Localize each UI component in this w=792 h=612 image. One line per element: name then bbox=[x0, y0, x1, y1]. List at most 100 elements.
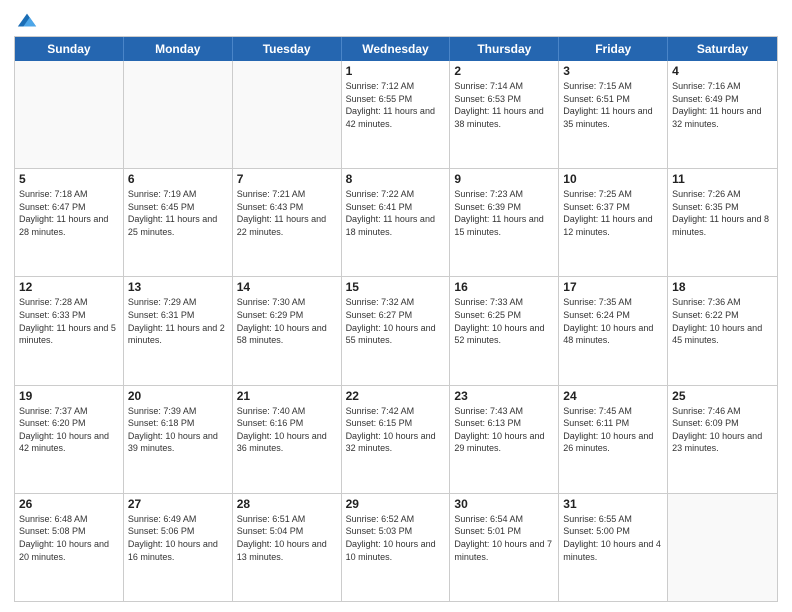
day-cell-29: 29 Sunrise: 6:52 AM Sunset: 5:03 PM Dayli… bbox=[342, 494, 451, 601]
day-info: Sunrise: 6:49 AM Sunset: 5:06 PM Dayligh… bbox=[128, 513, 228, 563]
logo-icon bbox=[16, 10, 38, 32]
day-info: Sunrise: 7:12 AM Sunset: 6:55 PM Dayligh… bbox=[346, 80, 446, 130]
day-number: 21 bbox=[237, 389, 337, 403]
day-info: Sunrise: 7:43 AM Sunset: 6:13 PM Dayligh… bbox=[454, 405, 554, 455]
day-info: Sunrise: 7:45 AM Sunset: 6:11 PM Dayligh… bbox=[563, 405, 663, 455]
day-info: Sunrise: 6:52 AM Sunset: 5:03 PM Dayligh… bbox=[346, 513, 446, 563]
week-row-5: 26Sunrise: 6:48 AM Sunset: 5:08 PM Dayli… bbox=[15, 494, 777, 601]
day-number: 4 bbox=[672, 64, 773, 78]
day-number: 1 bbox=[346, 64, 446, 78]
day-cell-16: 16 Sunrise: 7:33 AM Sunset: 6:25 PM Dayli… bbox=[450, 277, 559, 384]
day-info: Sunrise: 6:51 AM Sunset: 5:04 PM Dayligh… bbox=[237, 513, 337, 563]
day-cell-2: 2 Sunrise: 7:14 AM Sunset: 6:53 PM Daylig… bbox=[450, 61, 559, 168]
day-cell-15: 15 Sunrise: 7:32 AM Sunset: 6:27 PM Dayli… bbox=[342, 277, 451, 384]
day-info: Sunrise: 7:30 AM Sunset: 6:29 PM Dayligh… bbox=[237, 296, 337, 346]
week-row-1: 1 Sunrise: 7:12 AM Sunset: 6:55 PM Daylig… bbox=[15, 61, 777, 169]
calendar-header-row: SundayMondayTuesdayWednesdayThursdayFrid… bbox=[15, 37, 777, 61]
day-cell-26: 26Sunrise: 6:48 AM Sunset: 5:08 PM Dayli… bbox=[15, 494, 124, 601]
day-number: 31 bbox=[563, 497, 663, 511]
day-cell-1: 1 Sunrise: 7:12 AM Sunset: 6:55 PM Daylig… bbox=[342, 61, 451, 168]
day-info: Sunrise: 6:54 AM Sunset: 5:01 PM Dayligh… bbox=[454, 513, 554, 563]
day-cell-30: 30 Sunrise: 6:54 AM Sunset: 5:01 PM Dayli… bbox=[450, 494, 559, 601]
day-number: 29 bbox=[346, 497, 446, 511]
day-cell-6: 6Sunrise: 7:19 AM Sunset: 6:45 PM Daylig… bbox=[124, 169, 233, 276]
day-cell-4: 4 Sunrise: 7:16 AM Sunset: 6:49 PM Daylig… bbox=[668, 61, 777, 168]
day-number: 16 bbox=[454, 280, 554, 294]
day-cell-9: 9 Sunrise: 7:23 AM Sunset: 6:39 PM Daylig… bbox=[450, 169, 559, 276]
day-cell-8: 8Sunrise: 7:22 AM Sunset: 6:41 PM Daylig… bbox=[342, 169, 451, 276]
day-cell-24: 24 Sunrise: 7:45 AM Sunset: 6:11 PM Dayli… bbox=[559, 386, 668, 493]
day-info: Sunrise: 6:55 AM Sunset: 5:00 PM Dayligh… bbox=[563, 513, 663, 563]
logo bbox=[14, 10, 38, 28]
day-cell-14: 14 Sunrise: 7:30 AM Sunset: 6:29 PM Dayli… bbox=[233, 277, 342, 384]
header-day-saturday: Saturday bbox=[668, 37, 777, 61]
day-cell-17: 17Sunrise: 7:35 AM Sunset: 6:24 PM Dayli… bbox=[559, 277, 668, 384]
day-info: Sunrise: 7:18 AM Sunset: 6:47 PM Dayligh… bbox=[19, 188, 119, 238]
day-cell-19: 19Sunrise: 7:37 AM Sunset: 6:20 PM Dayli… bbox=[15, 386, 124, 493]
calendar-body: 1 Sunrise: 7:12 AM Sunset: 6:55 PM Daylig… bbox=[15, 61, 777, 601]
empty-cell bbox=[668, 494, 777, 601]
day-info: Sunrise: 7:42 AM Sunset: 6:15 PM Dayligh… bbox=[346, 405, 446, 455]
day-number: 3 bbox=[563, 64, 663, 78]
empty-cell bbox=[15, 61, 124, 168]
header-day-tuesday: Tuesday bbox=[233, 37, 342, 61]
header-day-sunday: Sunday bbox=[15, 37, 124, 61]
day-cell-12: 12 Sunrise: 7:28 AM Sunset: 6:33 PM Dayli… bbox=[15, 277, 124, 384]
day-info: Sunrise: 7:46 AM Sunset: 6:09 PM Dayligh… bbox=[672, 405, 773, 455]
day-info: Sunrise: 7:37 AM Sunset: 6:20 PM Dayligh… bbox=[19, 405, 119, 455]
day-cell-21: 21 Sunrise: 7:40 AM Sunset: 6:16 PM Dayli… bbox=[233, 386, 342, 493]
day-info: Sunrise: 7:25 AM Sunset: 6:37 PM Dayligh… bbox=[563, 188, 663, 238]
day-number: 9 bbox=[454, 172, 554, 186]
day-cell-3: 3Sunrise: 7:15 AM Sunset: 6:51 PM Daylig… bbox=[559, 61, 668, 168]
day-number: 13 bbox=[128, 280, 228, 294]
day-cell-7: 7 Sunrise: 7:21 AM Sunset: 6:43 PM Daylig… bbox=[233, 169, 342, 276]
day-number: 11 bbox=[672, 172, 773, 186]
week-row-3: 12 Sunrise: 7:28 AM Sunset: 6:33 PM Dayli… bbox=[15, 277, 777, 385]
header-day-monday: Monday bbox=[124, 37, 233, 61]
day-cell-18: 18 Sunrise: 7:36 AM Sunset: 6:22 PM Dayli… bbox=[668, 277, 777, 384]
empty-cell bbox=[124, 61, 233, 168]
day-number: 14 bbox=[237, 280, 337, 294]
day-number: 5 bbox=[19, 172, 119, 186]
day-info: Sunrise: 7:35 AM Sunset: 6:24 PM Dayligh… bbox=[563, 296, 663, 346]
week-row-4: 19Sunrise: 7:37 AM Sunset: 6:20 PM Dayli… bbox=[15, 386, 777, 494]
day-info: Sunrise: 7:21 AM Sunset: 6:43 PM Dayligh… bbox=[237, 188, 337, 238]
day-number: 25 bbox=[672, 389, 773, 403]
day-info: Sunrise: 7:16 AM Sunset: 6:49 PM Dayligh… bbox=[672, 80, 773, 130]
day-cell-31: 31 Sunrise: 6:55 AM Sunset: 5:00 PM Dayli… bbox=[559, 494, 668, 601]
day-number: 2 bbox=[454, 64, 554, 78]
day-number: 28 bbox=[237, 497, 337, 511]
day-cell-20: 20Sunrise: 7:39 AM Sunset: 6:18 PM Dayli… bbox=[124, 386, 233, 493]
day-number: 12 bbox=[19, 280, 119, 294]
header-day-thursday: Thursday bbox=[450, 37, 559, 61]
day-number: 8 bbox=[346, 172, 446, 186]
day-number: 26 bbox=[19, 497, 119, 511]
day-number: 15 bbox=[346, 280, 446, 294]
day-info: Sunrise: 7:32 AM Sunset: 6:27 PM Dayligh… bbox=[346, 296, 446, 346]
day-info: Sunrise: 7:23 AM Sunset: 6:39 PM Dayligh… bbox=[454, 188, 554, 238]
header-day-wednesday: Wednesday bbox=[342, 37, 451, 61]
page: SundayMondayTuesdayWednesdayThursdayFrid… bbox=[0, 0, 792, 612]
day-info: Sunrise: 7:14 AM Sunset: 6:53 PM Dayligh… bbox=[454, 80, 554, 130]
day-number: 23 bbox=[454, 389, 554, 403]
day-number: 18 bbox=[672, 280, 773, 294]
day-info: Sunrise: 7:40 AM Sunset: 6:16 PM Dayligh… bbox=[237, 405, 337, 455]
day-cell-25: 25 Sunrise: 7:46 AM Sunset: 6:09 PM Dayli… bbox=[668, 386, 777, 493]
day-cell-22: 22Sunrise: 7:42 AM Sunset: 6:15 PM Dayli… bbox=[342, 386, 451, 493]
day-info: Sunrise: 7:39 AM Sunset: 6:18 PM Dayligh… bbox=[128, 405, 228, 455]
day-number: 27 bbox=[128, 497, 228, 511]
day-number: 24 bbox=[563, 389, 663, 403]
day-cell-11: 11Sunrise: 7:26 AM Sunset: 6:35 PM Dayli… bbox=[668, 169, 777, 276]
day-number: 7 bbox=[237, 172, 337, 186]
day-info: Sunrise: 7:33 AM Sunset: 6:25 PM Dayligh… bbox=[454, 296, 554, 346]
day-number: 30 bbox=[454, 497, 554, 511]
day-info: Sunrise: 7:28 AM Sunset: 6:33 PM Dayligh… bbox=[19, 296, 119, 346]
day-cell-13: 13 Sunrise: 7:29 AM Sunset: 6:31 PM Dayli… bbox=[124, 277, 233, 384]
week-row-2: 5 Sunrise: 7:18 AM Sunset: 6:47 PM Daylig… bbox=[15, 169, 777, 277]
day-cell-10: 10Sunrise: 7:25 AM Sunset: 6:37 PM Dayli… bbox=[559, 169, 668, 276]
day-info: Sunrise: 7:36 AM Sunset: 6:22 PM Dayligh… bbox=[672, 296, 773, 346]
day-cell-5: 5 Sunrise: 7:18 AM Sunset: 6:47 PM Daylig… bbox=[15, 169, 124, 276]
day-info: Sunrise: 7:19 AM Sunset: 6:45 PM Dayligh… bbox=[128, 188, 228, 238]
day-info: Sunrise: 7:29 AM Sunset: 6:31 PM Dayligh… bbox=[128, 296, 228, 346]
header bbox=[14, 10, 778, 28]
